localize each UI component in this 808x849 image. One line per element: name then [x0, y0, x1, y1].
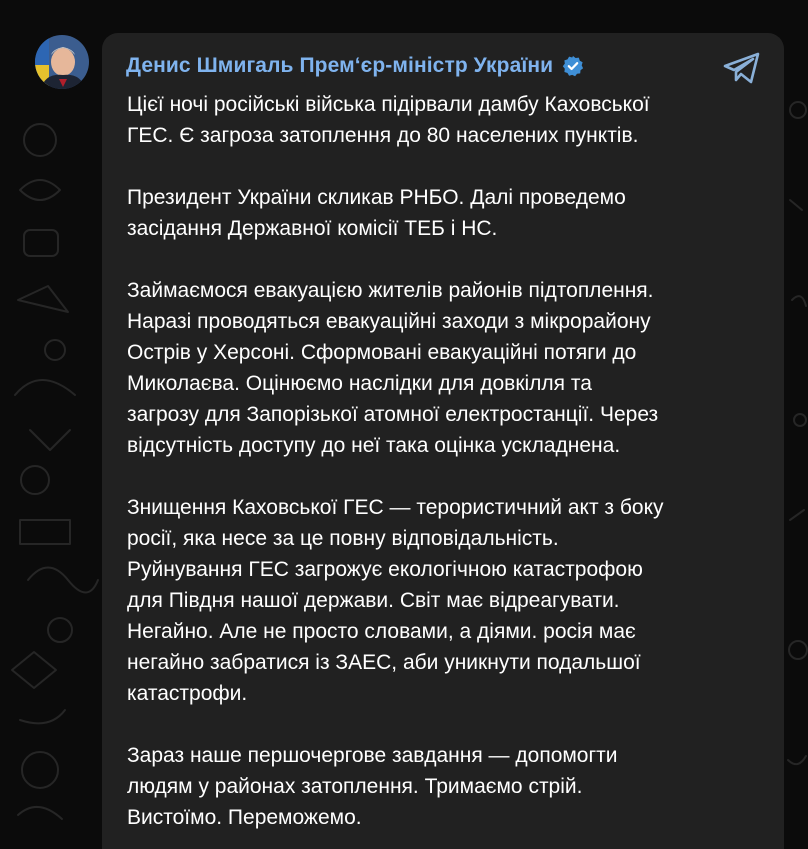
- author-avatar[interactable]: [35, 35, 89, 89]
- message-paragraph: Президент України скликав РНБО. Далі про…: [127, 186, 626, 240]
- author-name[interactable]: Денис Шмигаль Прем‘єр-міністр України: [126, 54, 553, 78]
- message-paragraph: Знищення Каховської ГЕС — терористичний …: [127, 496, 664, 705]
- message-paragraph: Займаємося евакуацією жителів районів пі…: [127, 279, 659, 457]
- message-text: Цієї ночі російські війська підірвали да…: [127, 89, 767, 849]
- message-paragraph: Зараз наше першочергове завдання — допом…: [127, 744, 618, 829]
- message-bubble: Денис Шмигаль Прем‘єр-міністр України Ці…: [102, 33, 784, 849]
- verified-badge-icon: [562, 55, 584, 77]
- telegram-share-icon[interactable]: [722, 51, 762, 85]
- avatar-portrait-icon: [35, 35, 89, 89]
- message-header: Денис Шмигаль Прем‘єр-міністр України: [126, 50, 584, 82]
- message-paragraph: Цієї ночі російські війська підірвали да…: [127, 93, 650, 147]
